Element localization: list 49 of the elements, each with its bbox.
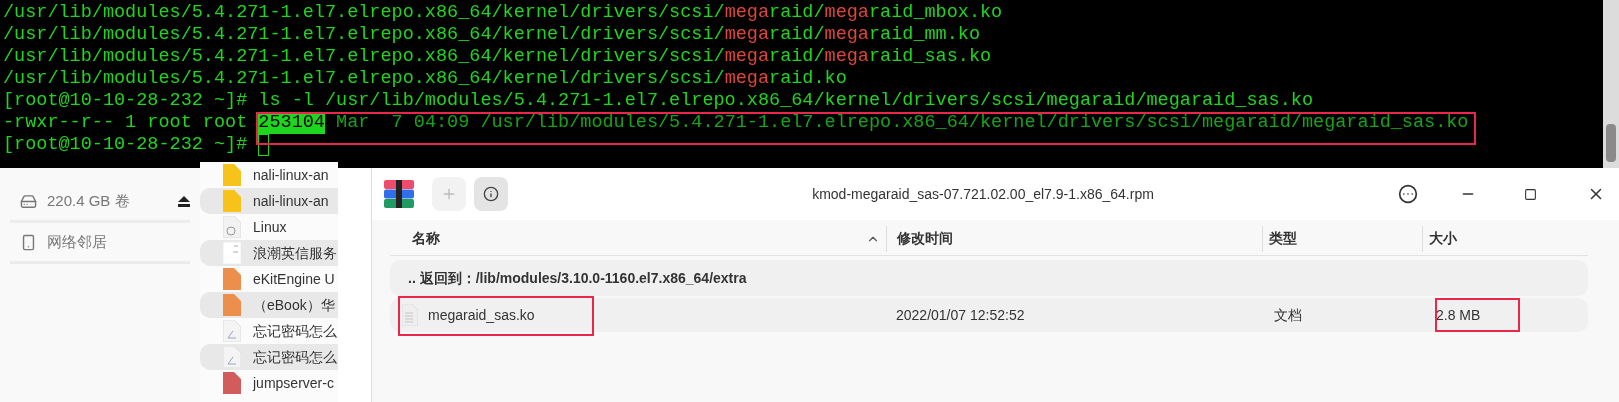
file-item[interactable]: eKitEngine U [200, 266, 338, 292]
file-item[interactable]: 浪潮英信服务 [200, 240, 338, 266]
plus-icon [441, 186, 457, 202]
file-item[interactable]: nali-linux-an [200, 162, 338, 188]
file-name: megaraid_sas.ko [428, 305, 535, 325]
file-item[interactable]: （eBook）华 [200, 292, 338, 318]
eject-icon[interactable] [178, 195, 190, 207]
type-cell-text: 文档 [1273, 305, 1303, 325]
terminal-line: [root@10-10-28-232 ~]# [3, 134, 1603, 156]
column-header[interactable]: 修改时间 [886, 225, 1262, 252]
file-icon [223, 372, 241, 394]
window-title: kmod-megaraid_sas-07.721.02.00_el7.9-1.x86_64.rpm [811, 184, 1155, 204]
file-icon [223, 216, 241, 238]
file-icon [223, 164, 241, 186]
file-icon [223, 242, 241, 264]
more-icon[interactable] [1398, 184, 1418, 204]
file-item[interactable]: 忘记密码怎么 [200, 318, 338, 344]
column-header[interactable]: 名称 [390, 225, 886, 252]
file-item[interactable]: 忘记密码怎么 [200, 344, 338, 370]
file-item[interactable]: Linux [200, 214, 338, 240]
file-icon [223, 320, 241, 342]
maximize-icon[interactable] [1524, 187, 1537, 201]
back-row[interactable]: .. 返回到：/lib/modules/3.10.0-1160.el7.x86_64/extra [390, 260, 1588, 296]
drive-icon [20, 192, 37, 210]
size-cell-text: 2.8 MB [1436, 305, 1481, 325]
column-header[interactable]: 类型 [1262, 225, 1422, 252]
file-icon [223, 268, 241, 290]
terminal-line: /usr/lib/modules/5.4.271-1.el7.elrepo.x86_64/kernel/drivers/scsi/megaraid/megaraid_mbox.ko [3, 2, 1004, 24]
info-button[interactable] [474, 177, 508, 211]
file-item[interactable]: nali-linux-an [200, 188, 338, 214]
cursor [258, 134, 270, 156]
file-icon [223, 346, 241, 368]
info-icon [483, 186, 499, 202]
file-item[interactable]: jumpserver-c [200, 370, 338, 396]
file-icon [223, 294, 241, 316]
terminal-line: /usr/lib/modules/5.4.271-1.el7.elrepo.x86_64/kernel/drivers/scsi/megaraid/megaraid_sas.ko [3, 46, 993, 68]
terminal-line: -rwxr--r-- 1 root root 253104 Mar 7 04:09 /usr/lib/modules/5.4.271-1.el7.elrepo.x86_64/kernel/drivers/scsi/megaraid/megaraid_sas.ko [3, 112, 1470, 134]
device-icon [20, 233, 37, 251]
file-icon [223, 190, 241, 212]
sidebar-item[interactable]: 220.4 GB 卷 [10, 182, 190, 223]
scrollbar[interactable] [1603, 0, 1619, 168]
terminal-line: /usr/lib/modules/5.4.271-1.el7.elrepo.x86_64/kernel/drivers/scsi/megaraid.ko [3, 68, 848, 90]
sidebar-item[interactable]: 网络邻居 [10, 223, 190, 264]
file-row[interactable]: megaraid_sas.ko 2022/01/07 12:52:52 文档 2.8 MB [390, 298, 1588, 332]
terminal-line: /usr/lib/modules/5.4.271-1.el7.elrepo.x86_64/kernel/drivers/scsi/megaraid/megaraid_mm.ko [3, 24, 981, 46]
column-header[interactable]: 大小 [1422, 225, 1588, 252]
terminal-line: [root@10-10-28-232 ~]# ls -l /usr/lib/modules/5.4.271-1.el7.elrepo.x86_64/kernel/drivers/scsi/megaraid/megaraid_sas.ko [3, 90, 1314, 112]
archive-logo-icon [384, 180, 414, 208]
modified-cell-text: 2022/01/07 12:52:52 [895, 305, 1026, 325]
